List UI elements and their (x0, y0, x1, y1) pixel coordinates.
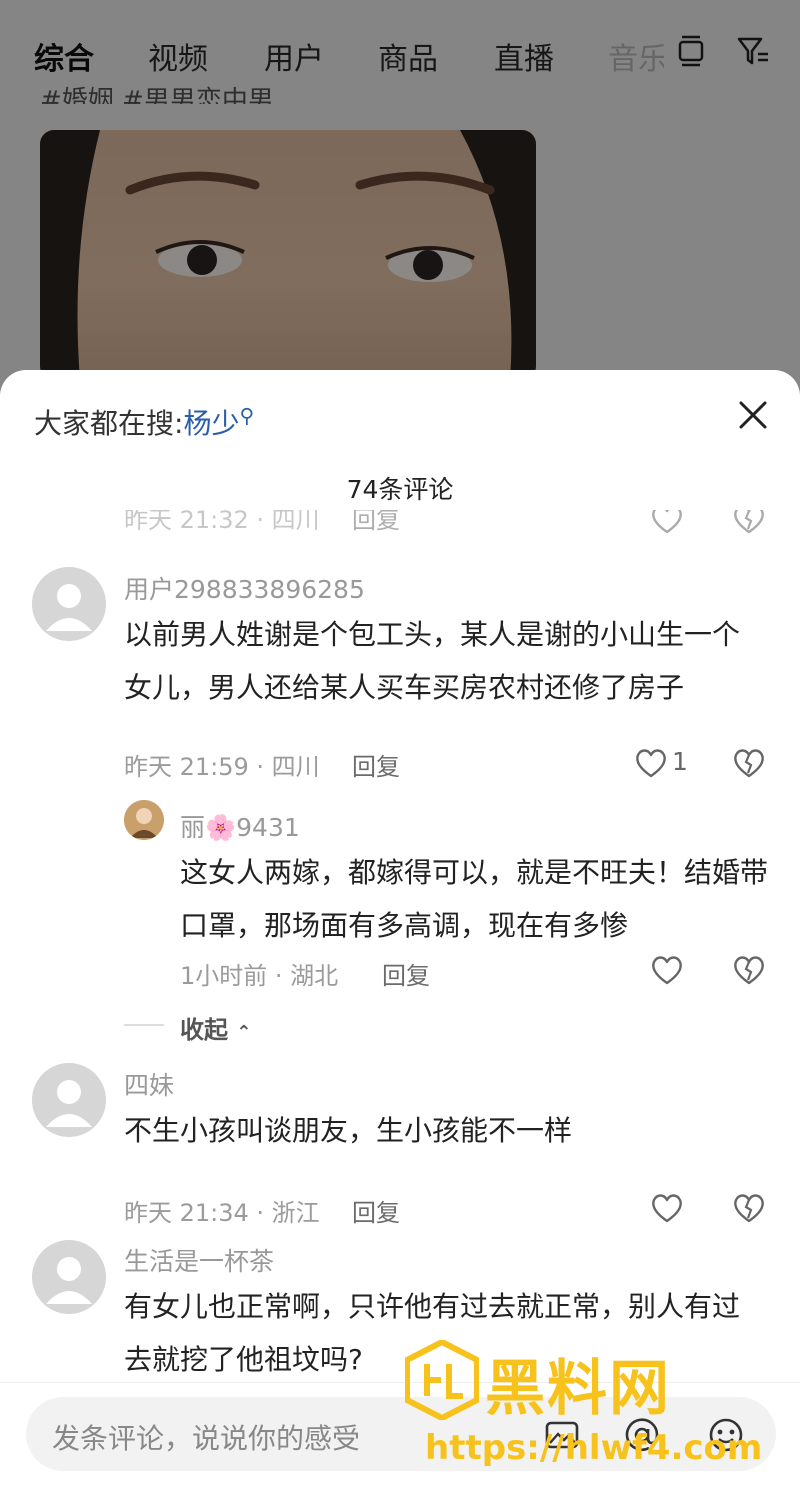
broken-heart-icon[interactable] (732, 746, 766, 780)
avatar[interactable] (32, 1063, 106, 1137)
trending-search-prefix: 大家都在搜: (34, 407, 184, 440)
user-photo (124, 800, 164, 840)
comment-input-placeholder: 发条评论，说说你的感受 (52, 1422, 361, 1455)
divider (124, 1024, 164, 1026)
reply-time: 1小时前 · 湖北 (180, 962, 339, 990)
trending-search-keyword[interactable]: 杨少 (183, 407, 239, 440)
collapse-label: 收起 (180, 1016, 228, 1044)
trending-search[interactable]: 大家都在搜:杨少⚲ (34, 402, 254, 442)
search-icon: ⚲ (239, 403, 255, 428)
close-icon[interactable] (736, 398, 770, 432)
avatar[interactable] (124, 800, 164, 840)
broken-heart-icon[interactable] (732, 510, 766, 536)
avatar[interactable] (32, 1240, 106, 1314)
comment-time: 昨天 21:34 · 浙江 (124, 1199, 320, 1227)
broken-heart-icon[interactable] (732, 953, 766, 987)
comment-input[interactable]: 发条评论，说说你的感受 (26, 1397, 776, 1471)
reply-button[interactable]: 回复 (382, 956, 430, 991)
reply-text: 这女人两嫁，都嫁得可以，就是不旺夫！结婚带口罩，那场面有多高调，现在有多惨 (180, 856, 769, 942)
broken-heart-icon[interactable] (732, 1191, 766, 1225)
comment-count: 74条评论 (346, 475, 454, 504)
heart-icon[interactable] (650, 953, 684, 987)
chevron-up-icon: ⌃ (236, 1022, 252, 1043)
comment-time: 昨天 21:59 · 四川 (124, 753, 320, 781)
default-avatar-icon (32, 1240, 106, 1314)
reply-button[interactable]: 回复 (352, 510, 400, 535)
comment-username[interactable]: 生活是一杯茶 (124, 1242, 274, 1278)
like-count: 1 (672, 747, 688, 776)
comment-input-bar: 发条评论，说说你的感受 (0, 1382, 800, 1502)
comment-time: 昨天 21:32 · 四川 (124, 510, 320, 534)
image-icon[interactable] (544, 1417, 580, 1453)
comment-list[interactable]: 昨天 21:32 · 四川 回复 用户298833896285 以前男人姓谢是个… (0, 510, 800, 1382)
heart-icon[interactable] (634, 746, 668, 780)
comment-text: 有女儿也正常啊，只许他有过去就正常，别人有过去就挖了他祖坟吗? (124, 1290, 741, 1376)
default-avatar-icon (32, 567, 106, 641)
heart-icon[interactable] (650, 1191, 684, 1225)
emoji-icon[interactable] (708, 1417, 744, 1453)
comment-text: 以前男人姓谢是个包工头，某人是谢的小山生一个女儿，男人还给某人买车买房农村还修了… (124, 618, 741, 704)
comment-username[interactable]: 四妹 (124, 1066, 174, 1102)
at-icon[interactable] (624, 1417, 660, 1453)
reply-button[interactable]: 回复 (352, 747, 400, 782)
reply-button[interactable]: 回复 (352, 1193, 400, 1228)
default-avatar-icon (32, 1063, 106, 1137)
comment-sheet: 大家都在搜:杨少⚲ 74条评论 昨天 21:32 · 四川 回复 用户29883… (0, 370, 800, 1502)
reply-username[interactable]: 丽🌸9431 (180, 808, 300, 844)
heart-icon[interactable] (650, 510, 684, 536)
comment-text: 不生小孩叫谈朋友，生小孩能不一样 (124, 1114, 573, 1147)
comment-username[interactable]: 用户298833896285 (124, 570, 365, 606)
avatar[interactable] (32, 567, 106, 641)
collapse-replies-button[interactable]: 收起 ⌃ (180, 1010, 251, 1045)
